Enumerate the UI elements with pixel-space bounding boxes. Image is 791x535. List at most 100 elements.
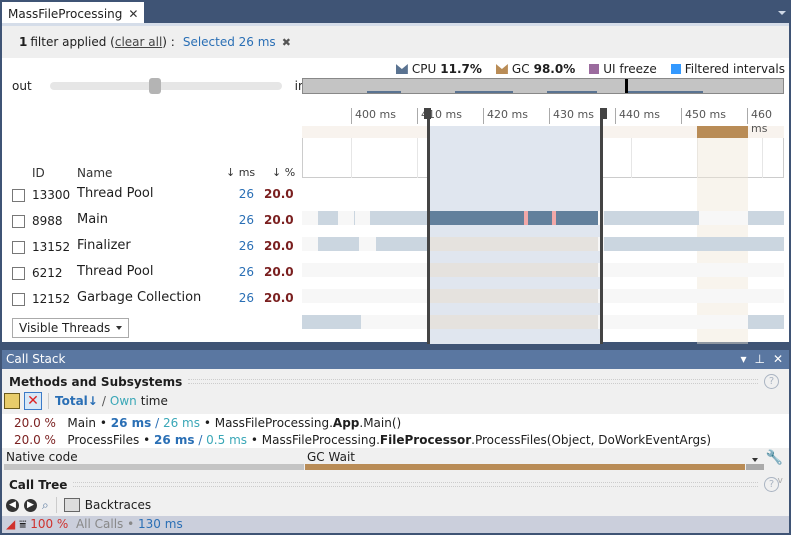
line-total: 26 ms	[153, 433, 195, 447]
total-time-toggle[interactable]: Total↓	[55, 394, 98, 408]
lane-segment	[354, 211, 355, 225]
line-method: .Main()	[359, 416, 402, 430]
overview-strip[interactable]	[302, 78, 784, 94]
wrench-icon[interactable]: 🔧	[766, 450, 783, 466]
tick-label: 460 ms	[747, 108, 784, 135]
tick-label: 450 ms	[681, 108, 726, 124]
selection-start-handle[interactable]	[427, 108, 430, 344]
subsystem-bar-gc-wait[interactable]	[305, 464, 745, 470]
legend-ui-freeze-label: UI freeze	[603, 62, 657, 76]
thread-checkbox[interactable]	[12, 267, 25, 280]
overview-activity	[455, 91, 513, 93]
divider	[73, 482, 758, 487]
thread-lane[interactable]	[302, 315, 784, 329]
lane-segment	[604, 237, 784, 251]
lane-spike	[552, 211, 556, 225]
lane-segment	[748, 211, 784, 225]
subsystem-bar-native[interactable]	[4, 464, 304, 470]
selection-start-flag-icon[interactable]	[424, 108, 431, 119]
backtraces-button[interactable]: Backtraces	[85, 498, 151, 512]
call-tree-header-label: Call Tree	[9, 477, 68, 492]
all-calls-label: All Calls	[75, 517, 124, 531]
line-pct: 20.0 %	[14, 416, 56, 430]
own-time-toggle[interactable]: Own	[110, 394, 137, 408]
line-own: 0.5 ms	[206, 433, 248, 447]
thread-pct: 20.0	[264, 187, 294, 201]
expand-icon[interactable]: ◢	[6, 517, 15, 531]
gc-block	[697, 126, 748, 138]
thread-id: 8988	[32, 214, 63, 228]
thread-lane[interactable]	[302, 211, 784, 225]
legend-gc[interactable]: GC 98.0%	[495, 62, 576, 76]
thread-checkbox[interactable]	[12, 215, 25, 228]
line-pct: 20.0 %	[14, 433, 56, 447]
lane-selected-segment	[430, 211, 598, 225]
thread-checkbox[interactable]	[12, 293, 25, 306]
filter-suffix: ) :	[162, 35, 175, 49]
legend-ui-freeze[interactable]: UI freeze	[589, 62, 657, 76]
call-tree-toolbar: ◀ ▶ ⌕ Backtraces	[6, 497, 151, 513]
pin-icon[interactable]: ⊥	[754, 350, 764, 369]
forward-icon[interactable]: ▶	[24, 498, 37, 512]
help-icon[interactable]: ?	[764, 374, 779, 389]
lane-segment	[748, 315, 784, 329]
zoom-slider[interactable]	[49, 78, 282, 94]
help-icon[interactable]: ?	[764, 477, 779, 492]
close-icon[interactable]: ✕	[128, 7, 138, 21]
selection-end-flag-icon[interactable]	[600, 108, 607, 119]
visible-threads-button[interactable]: Visible Threads	[12, 318, 130, 338]
selection-end-handle[interactable]	[600, 108, 603, 344]
header-name[interactable]: Name	[77, 166, 112, 180]
thread-lane[interactable]	[302, 289, 784, 303]
subsystem-label: Native code	[6, 450, 78, 464]
thread-name: Garbage Collection	[77, 290, 202, 305]
legend-cpu[interactable]: CPU 11.7%	[395, 62, 482, 76]
legend-filtered[interactable]: Filtered intervals	[670, 62, 785, 76]
call-stack-line[interactable]: 20.0 % ProcessFiles • 26 ms / 0.5 ms • M…	[14, 433, 711, 447]
thread-lane[interactable]	[302, 263, 784, 277]
grid-line	[631, 138, 632, 178]
all-calls-row[interactable]: ◢ ⩸ 100 % All Calls • 130 ms	[2, 516, 789, 533]
document-tab[interactable]: MassFileProcessing ✕	[2, 2, 145, 23]
call-stack-titlebar: Call Stack ▾ ⊥ ✕	[2, 350, 789, 369]
thread-name: Thread Pool	[77, 186, 154, 201]
selection-region[interactable]	[428, 126, 601, 344]
overview-position-marker[interactable]	[625, 79, 628, 93]
sync-icon[interactable]	[4, 393, 20, 409]
timeline-panel: 1 filter applied ( clear all ) : Selecte…	[2, 23, 789, 344]
close-panel-icon[interactable]: ✕	[773, 350, 783, 369]
thread-pct: 20.0	[264, 213, 294, 227]
methods-header-label: Methods and Subsystems	[9, 374, 183, 389]
thread-name: Finalizer	[77, 238, 131, 253]
header-pct[interactable]: ↓ %	[272, 166, 295, 179]
overview-activity	[367, 91, 401, 93]
lane-segment	[376, 237, 427, 251]
tick-label: 440 ms	[615, 108, 660, 124]
back-icon[interactable]: ◀	[6, 498, 19, 512]
window-menu-icon[interactable]: ▾	[740, 350, 746, 369]
thread-lane[interactable]	[302, 237, 784, 251]
thread-checkbox[interactable]	[12, 189, 25, 202]
header-ms[interactable]: ↓ ms	[226, 166, 255, 179]
timeline[interactable]: 400 ms 410 ms 420 ms 430 ms 440 ms 450 m…	[302, 104, 784, 344]
tab-dropdown-icon[interactable]	[778, 11, 786, 15]
filter-bar: 1 filter applied ( clear all ) : Selecte…	[2, 26, 789, 58]
exclude-system-icon[interactable]: ✕	[24, 392, 42, 410]
tick-label: 400 ms	[351, 108, 396, 124]
lane-segment	[302, 315, 361, 329]
subsystem-dropdown-icon[interactable]	[752, 458, 758, 462]
subsystem-bar-other[interactable]	[746, 464, 764, 470]
legend-gc-label: GC	[511, 62, 530, 76]
thread-ms: 26	[238, 239, 254, 253]
call-stack-line[interactable]: 20.0 % Main • 26 ms / 26 ms • MassFilePr…	[14, 416, 401, 430]
lane-selected-segment	[430, 315, 598, 329]
header-id[interactable]: ID	[32, 166, 45, 180]
clear-all-link[interactable]: clear all	[115, 35, 162, 49]
thread-checkbox[interactable]	[12, 241, 25, 254]
zoom-slider-thumb[interactable]	[148, 78, 161, 94]
remove-filter-icon[interactable]: ✖	[282, 36, 291, 49]
grid-line	[417, 138, 418, 178]
search-icon[interactable]: ⌕	[42, 498, 49, 513]
legend-gc-value: 98.0%	[533, 62, 576, 76]
selected-filter[interactable]: Selected 26 ms	[183, 35, 276, 49]
